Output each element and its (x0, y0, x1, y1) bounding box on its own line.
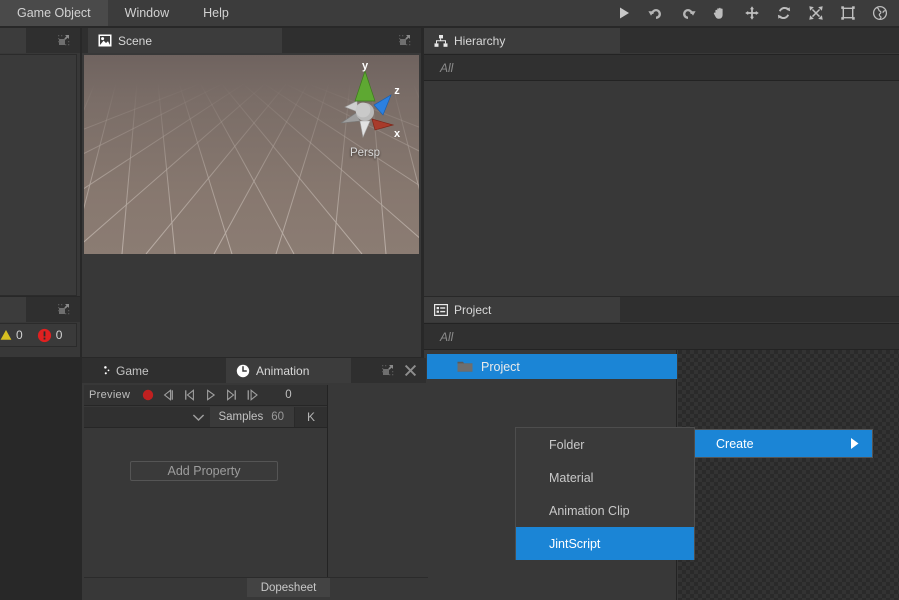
chevron-down-icon[interactable] (186, 413, 210, 422)
scale-tool-icon[interactable] (803, 0, 829, 26)
left-inspector-tabbar (0, 28, 80, 53)
context-submenu: Folder Material Animation Clip JintScrip… (515, 427, 695, 560)
prev-keyframe-icon[interactable] (158, 385, 179, 405)
warning-count: 0 (16, 328, 23, 342)
project-search[interactable]: All (424, 323, 899, 350)
tab-project[interactable]: Project (424, 297, 620, 322)
error-count: 0 (55, 328, 63, 342)
rect-tool-icon[interactable] (835, 0, 861, 26)
scene-projection-label[interactable]: Persp (325, 147, 405, 159)
game-icon (96, 364, 110, 377)
clock-icon (236, 364, 250, 378)
maximize-icon[interactable] (396, 32, 413, 49)
rotate-tool-icon[interactable] (771, 0, 797, 26)
tab-scene-label: Scene (118, 33, 153, 48)
tab-dopesheet[interactable]: Dopesheet (247, 578, 330, 597)
console-counters: 0 0 (0, 323, 77, 347)
context-menu-create-item[interactable]: Create (693, 429, 873, 458)
left-console-tabbar (0, 297, 80, 322)
animation-bottom-bar: Dopesheet (84, 577, 428, 598)
left-console-tab[interactable] (0, 297, 26, 322)
preview-label[interactable]: Preview (84, 389, 137, 401)
maximize-icon[interactable] (55, 32, 72, 49)
menu-bar: Game Object Window Help (0, 0, 899, 26)
left-inspector-body (0, 54, 77, 296)
skip-start-icon[interactable] (179, 385, 200, 405)
redo-icon[interactable] (675, 0, 701, 26)
animation-editor: Preview 0 Samples 60 K Add Property (84, 385, 328, 598)
submenu-item-jintscript-label: JintScript (549, 536, 601, 551)
tab-game[interactable]: Game (86, 358, 226, 383)
submenu-item-folder[interactable]: Folder (516, 428, 694, 461)
play-icon[interactable] (200, 385, 221, 405)
main-toolbar (611, 0, 893, 26)
submenu-item-animation-clip[interactable]: Animation Clip (516, 494, 694, 527)
animation-playback-toolbar: Preview 0 (84, 385, 327, 406)
hierarchy-search[interactable]: All (424, 54, 899, 81)
samples-value[interactable]: 60 (271, 407, 294, 427)
menu-window[interactable]: Window (108, 0, 186, 26)
submenu-item-animation-clip-label: Animation Clip (549, 503, 630, 518)
add-keyframe-button[interactable]: K (294, 407, 327, 427)
hierarchy-search-placeholder: All (440, 60, 454, 75)
submenu-item-material-label: Material (549, 470, 594, 485)
current-frame-value[interactable]: 0 (285, 389, 291, 401)
submenu-item-material[interactable]: Material (516, 461, 694, 494)
error-icon (37, 328, 51, 342)
record-icon[interactable] (137, 385, 158, 405)
submenu-item-jintscript[interactable]: JintScript (516, 527, 694, 560)
maximize-icon[interactable] (379, 362, 396, 379)
error-counter[interactable]: 0 (37, 328, 63, 343)
tab-animation-label: Animation (256, 363, 310, 378)
hierarchy-list[interactable] (424, 81, 899, 296)
add-property-button[interactable]: Add Property (130, 461, 278, 481)
scene-panel: Scene y z x Persp (82, 28, 421, 357)
move-tool-icon[interactable] (739, 0, 765, 26)
tab-game-label: Game (116, 363, 149, 378)
context-menu-create-label: Create (716, 436, 754, 451)
undo-icon[interactable] (643, 0, 669, 26)
tab-animation[interactable]: Animation (226, 358, 351, 383)
project-folder-label: Project (481, 359, 520, 374)
animation-timeline-area[interactable] (329, 385, 426, 598)
project-folder-row[interactable]: Project (427, 354, 677, 379)
hierarchy-panel: Hierarchy All (424, 28, 899, 296)
animation-samples-row: Samples 60 K (84, 407, 327, 428)
samples-label: Samples (210, 407, 272, 427)
close-icon[interactable] (402, 362, 419, 379)
menu-help[interactable]: Help (186, 0, 246, 26)
tab-project-label: Project (454, 302, 492, 317)
project-icon (434, 303, 448, 316)
folder-icon (457, 360, 473, 373)
submenu-item-folder-label: Folder (549, 437, 585, 452)
left-console-panel: 0 0 (0, 297, 80, 357)
warning-counter[interactable]: 0 (0, 328, 23, 342)
scene-viewport[interactable]: y z x Persp (84, 55, 419, 254)
globe-icon[interactable] (867, 0, 893, 26)
play-icon[interactable] (611, 0, 637, 26)
tab-scene[interactable]: Scene (88, 28, 282, 53)
project-asset-grid[interactable] (678, 350, 899, 600)
left-inspector-tab[interactable] (0, 28, 26, 53)
editor-root: Game Object Window Help 0 0 Scene y z x … (0, 0, 899, 600)
hierarchy-icon (434, 34, 448, 47)
game-animation-panel: Game Animation Preview 0 Samples 60 K Ad… (82, 358, 428, 600)
submenu-arrow-icon (849, 437, 860, 450)
scene-icon (98, 34, 112, 47)
next-keyframe-icon[interactable] (242, 385, 263, 405)
tab-hierarchy-label: Hierarchy (454, 33, 506, 48)
project-search-placeholder: All (440, 329, 454, 344)
menu-game-object[interactable]: Game Object (0, 0, 108, 26)
maximize-icon[interactable] (55, 301, 72, 318)
warning-icon (0, 330, 12, 340)
left-inspector-panel (0, 28, 80, 296)
tab-hierarchy[interactable]: Hierarchy (424, 28, 620, 53)
hand-tool-icon[interactable] (707, 0, 733, 26)
skip-end-icon[interactable] (221, 385, 242, 405)
